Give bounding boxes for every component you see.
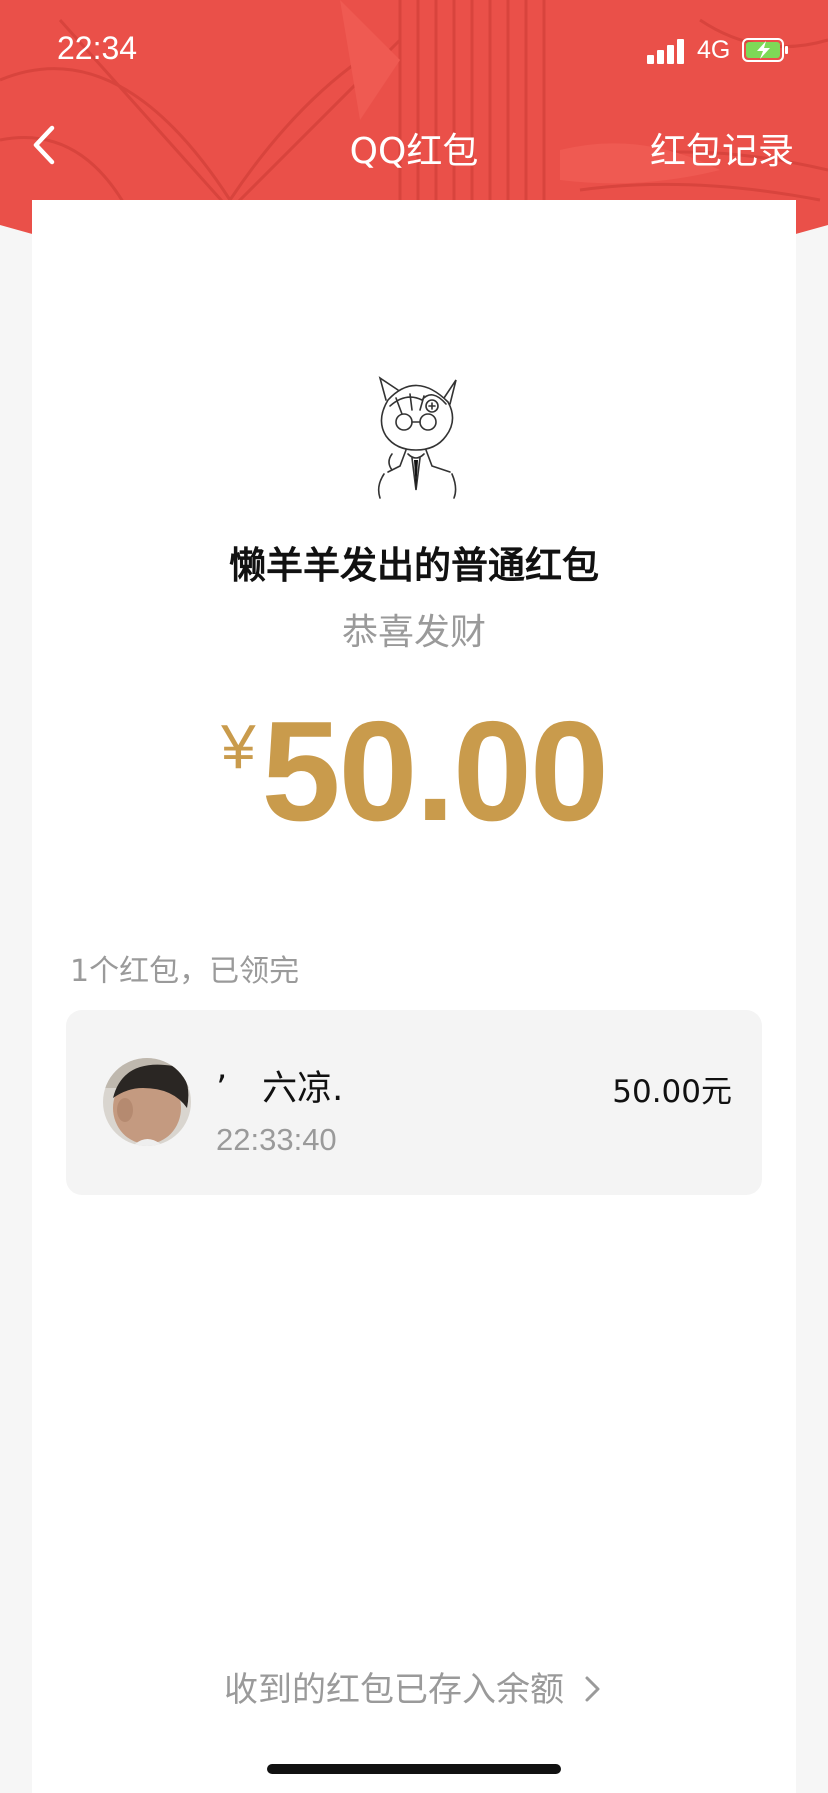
receiver-photo: [103, 1058, 191, 1146]
cellular-signal-icon: [647, 38, 687, 64]
red-packet-records-link[interactable]: 红包记录: [650, 122, 794, 174]
avatar: [103, 1058, 191, 1146]
receive-time: 22:33:40: [216, 1122, 337, 1157]
status-time: 22:34: [57, 30, 138, 66]
list-item[interactable]: ’ 六凉. 22:33:40 50.00元: [66, 1010, 762, 1195]
balance-deposit-label: 收到的红包已存入余额: [224, 1670, 564, 1710]
received-amount: 50.00元: [612, 1074, 732, 1110]
status-bar: 22:34 4G: [0, 0, 828, 100]
packet-amount: ¥50.00: [0, 690, 828, 854]
sender-avatar: [377, 376, 457, 499]
chevron-right-icon: [585, 1676, 600, 1702]
battery-charging-icon: [742, 38, 788, 62]
receiver-name: ’ 六凉.: [216, 1069, 344, 1109]
network-type: 4G: [697, 36, 731, 64]
amount-value: 50.00: [261, 692, 609, 851]
packet-greeting: 恭喜发财: [341, 612, 486, 653]
packet-title: 懒羊羊发出的普通红包: [229, 544, 599, 587]
currency-symbol: ¥: [221, 713, 256, 782]
nav-bar: QQ红包 红包记录: [0, 100, 828, 190]
home-indicator[interactable]: [267, 1764, 561, 1774]
balance-deposit-link[interactable]: 收到的红包已存入余额: [0, 1662, 828, 1711]
receive-summary: 1个红包，已领完: [70, 954, 300, 989]
